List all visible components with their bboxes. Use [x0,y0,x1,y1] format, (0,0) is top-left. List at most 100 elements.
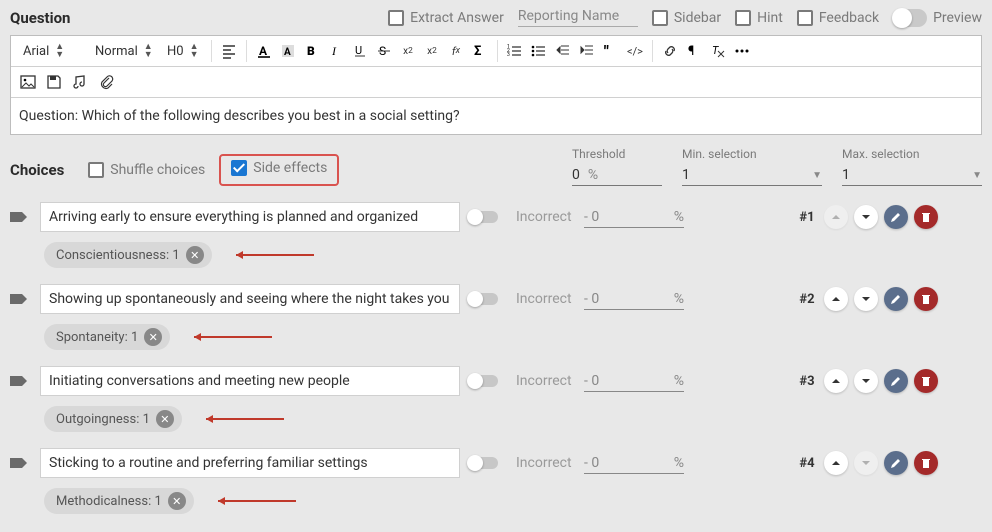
choice-threshold-input[interactable]: - 0% [584,453,684,474]
move-up-button[interactable] [824,451,848,475]
order-badge: #4 [796,456,818,471]
annotation-arrow-icon [196,413,286,425]
chip-remove-icon[interactable]: ✕ [168,492,186,510]
strikethrough-icon[interactable]: S [373,40,395,62]
tag-icon[interactable] [10,374,28,388]
correct-toggle[interactable] [468,457,498,469]
text-color-icon[interactable]: A [253,40,275,62]
order-badge: #1 [796,210,818,225]
indent-icon[interactable] [576,40,598,62]
order-badge: #2 [796,292,818,307]
attachment-icon[interactable] [95,71,117,93]
move-down-button [854,451,878,475]
subscript-icon[interactable]: x2 [397,40,419,62]
correct-toggle[interactable] [468,293,498,305]
move-down-button[interactable] [854,287,878,311]
superscript-icon[interactable]: x2 [421,40,443,62]
reporting-name-input[interactable]: Reporting Name [518,8,638,27]
hint-checkbox[interactable]: Hint [735,10,783,26]
choice-text-input[interactable]: Initiating conversations and meeting new… [40,366,460,396]
chip-remove-icon[interactable]: ✕ [144,328,162,346]
font-family-select[interactable]: Arial▲▼ [17,41,87,61]
sidebar-checkbox[interactable]: Sidebar [652,10,721,26]
side-effect-chip-row: Spontaneity: 1 ✕ [44,324,982,350]
annotation-arrow-icon [208,495,298,507]
outdent-icon[interactable] [552,40,574,62]
correct-toggle[interactable] [468,375,498,387]
edit-button[interactable] [884,205,908,229]
svg-text:B: B [307,44,315,58]
order-badge: #3 [796,374,818,389]
unordered-list-icon[interactable] [528,40,550,62]
quote-icon[interactable]: " [600,40,622,62]
more-icon[interactable] [731,40,753,62]
music-icon[interactable] [69,71,91,93]
move-up-button[interactable] [824,287,848,311]
incorrect-label: Incorrect [516,373,576,389]
threshold-unit: % [588,167,598,183]
clear-format-icon[interactable]: T [707,40,729,62]
tag-icon[interactable] [10,456,28,470]
side-effects-checkbox[interactable]: Side effects [231,160,327,176]
correct-toggle[interactable] [468,211,498,223]
tag-icon[interactable] [10,210,28,224]
heading-select[interactable]: H0▲▼ [161,41,205,61]
pilcrow-icon[interactable]: ¶ [683,40,705,62]
side-effects-label: Side effects [253,160,327,176]
side-effect-chip: Outgoingness: 1 ✕ [44,406,182,432]
choice-row: Arriving early to ensure everything is p… [10,196,982,238]
edit-button[interactable] [884,287,908,311]
choice-threshold-input[interactable]: - 0% [584,289,684,310]
preview-label: Preview [933,10,982,26]
paragraph-format-select[interactable]: Normal▲▼ [89,41,159,61]
move-up-button[interactable] [824,369,848,393]
image-icon[interactable] [17,71,39,93]
tag-icon[interactable] [10,292,28,306]
save-icon[interactable] [43,71,65,93]
shuffle-choices-checkbox[interactable]: Shuffle choices [88,162,205,178]
move-up-button [824,205,848,229]
underline-icon[interactable]: U [349,40,371,62]
highlight-icon[interactable]: A [277,40,299,62]
question-section-title: Question [10,9,70,27]
threshold-input[interactable]: 0 % [572,165,662,186]
min-selection-select[interactable]: 1▼ [682,165,822,186]
annotation-arrow-icon [226,249,316,261]
chip-remove-icon[interactable]: ✕ [186,246,204,264]
ordered-list-icon[interactable]: 123 [504,40,526,62]
delete-button[interactable] [914,451,938,475]
move-down-button[interactable] [854,369,878,393]
max-selection-select[interactable]: 1▼ [842,165,982,186]
code-icon[interactable]: </> [624,40,646,62]
delete-button[interactable] [914,287,938,311]
max-selection-label: Max. selection [842,147,982,161]
choice-text-input[interactable]: Arriving early to ensure everything is p… [40,202,460,232]
question-editor: Arial▲▼ Normal▲▼ H0▲▼ A A B I U S x2 x2 … [10,35,982,135]
align-icon[interactable] [218,40,240,62]
svg-text:¶: ¶ [688,44,694,59]
incorrect-label: Incorrect [516,455,576,471]
move-down-button[interactable] [854,205,878,229]
function-icon[interactable]: fx [445,40,467,62]
italic-icon[interactable]: I [325,40,347,62]
feedback-checkbox[interactable]: Feedback [797,10,879,26]
choice-text-input[interactable]: Showing up spontaneously and seeing wher… [40,284,460,314]
edit-button[interactable] [884,369,908,393]
min-selection-label: Min. selection [682,147,822,161]
side-effect-chip: Spontaneity: 1 ✕ [44,324,170,350]
bold-icon[interactable]: B [301,40,323,62]
delete-button[interactable] [914,205,938,229]
edit-button[interactable] [884,451,908,475]
link-icon[interactable] [659,40,681,62]
svg-text:A: A [259,44,268,58]
choice-threshold-input[interactable]: - 0% [584,207,684,228]
incorrect-label: Incorrect [516,209,576,225]
choice-threshold-input[interactable]: - 0% [584,371,684,392]
question-body-text[interactable]: Question: Which of the following describ… [11,98,981,134]
preview-toggle[interactable] [893,9,927,27]
delete-button[interactable] [914,369,938,393]
chip-remove-icon[interactable]: ✕ [156,410,174,428]
sigma-icon[interactable]: Σ [469,40,491,62]
extract-answer-checkbox[interactable]: Extract Answer [388,10,504,26]
choice-text-input[interactable]: Sticking to a routine and preferring fam… [40,448,460,478]
